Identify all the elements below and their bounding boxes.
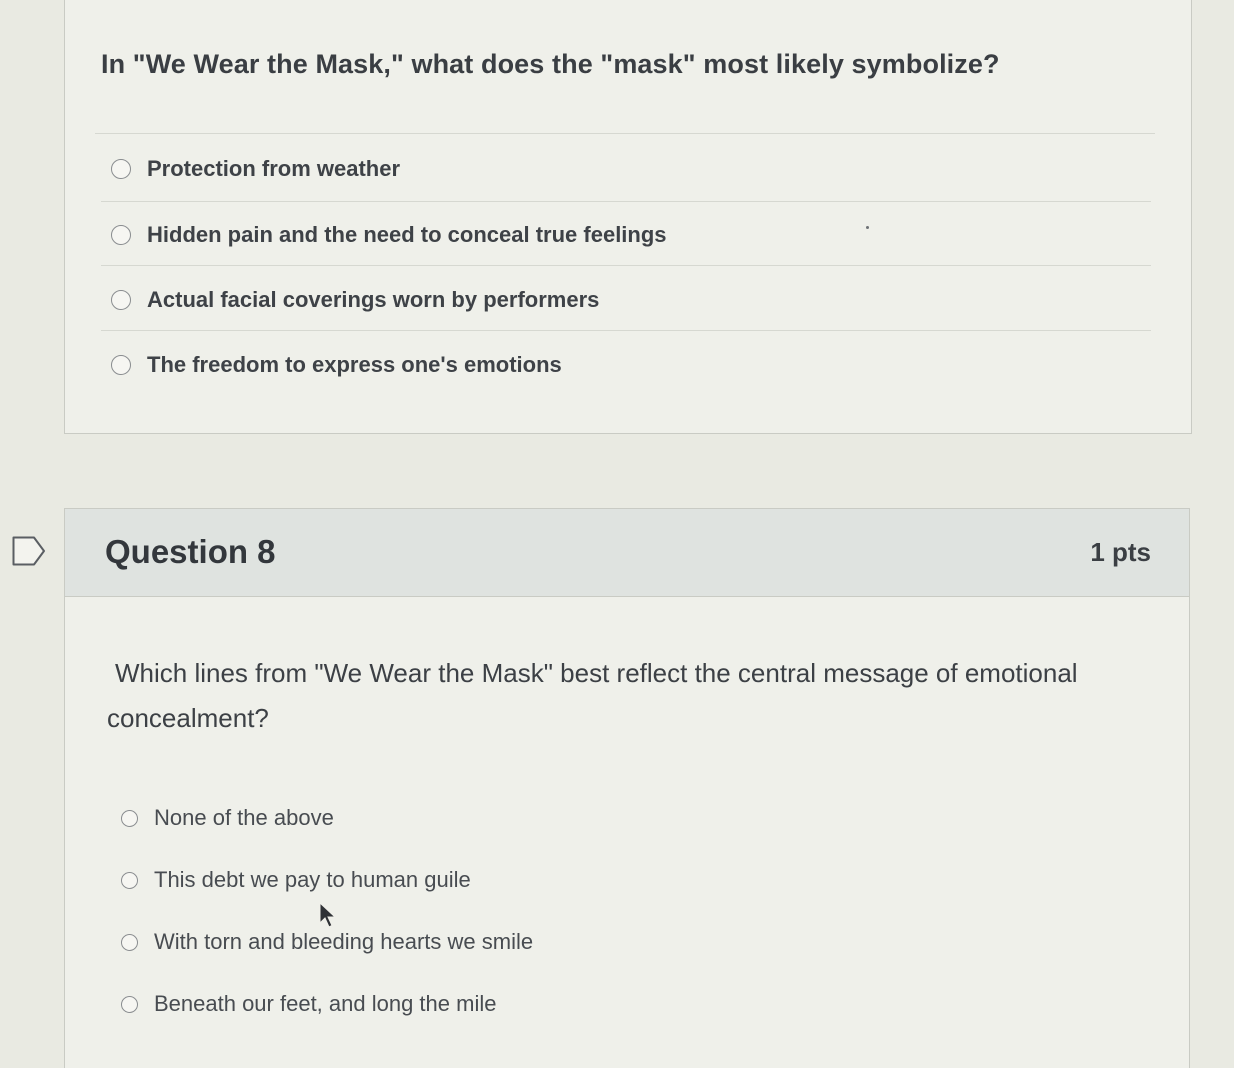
- answer-option[interactable]: Protection from weather: [111, 156, 400, 182]
- radio-button[interactable]: [111, 290, 131, 310]
- answer-option[interactable]: With torn and bleeding hearts we smile: [121, 929, 533, 955]
- flag-question-icon[interactable]: [12, 536, 46, 566]
- question-title: Question 8: [105, 533, 276, 570]
- answer-option[interactable]: The freedom to express one's emotions: [111, 352, 562, 378]
- mouse-pointer-icon: [319, 902, 336, 928]
- question-header: Question 8 1 pts: [65, 509, 1189, 597]
- radio-button[interactable]: [121, 995, 138, 1013]
- radio-button[interactable]: [121, 809, 138, 827]
- divider: [101, 330, 1151, 331]
- answer-label: Beneath our feet, and long the mile: [154, 991, 497, 1016]
- answer-label: The freedom to express one's emotions: [147, 352, 562, 377]
- radio-button[interactable]: [111, 159, 131, 179]
- answer-option[interactable]: Hidden pain and the need to conceal true…: [111, 222, 667, 248]
- answer-label: Protection from weather: [147, 156, 401, 181]
- question-card: Question 8 1 pts Which lines from "We We…: [64, 508, 1190, 1068]
- divider: [95, 133, 1155, 134]
- answer-option[interactable]: Beneath our feet, and long the mile: [121, 991, 496, 1017]
- radio-button[interactable]: [121, 933, 138, 951]
- radio-button[interactable]: [111, 225, 131, 245]
- question-text: In "We Wear the Mask," what does the "ma…: [101, 49, 1000, 79]
- answer-option[interactable]: Actual facial coverings worn by performe…: [111, 287, 599, 313]
- screen-smudge: [866, 226, 869, 229]
- answer-option[interactable]: This debt we pay to human guile: [121, 867, 471, 893]
- answer-label: This debt we pay to human guile: [154, 867, 471, 892]
- answer-label: Hidden pain and the need to conceal true…: [147, 222, 667, 247]
- answer-label: None of the above: [154, 805, 334, 830]
- question-points: 1 pts: [1090, 537, 1151, 567]
- question-card-previous: In "We Wear the Mask," what does the "ma…: [64, 0, 1192, 434]
- question-text: Which lines from "We Wear the Mask" best…: [107, 658, 1078, 733]
- answer-option[interactable]: None of the above: [121, 805, 334, 831]
- radio-button[interactable]: [121, 871, 138, 889]
- divider: [101, 265, 1151, 266]
- radio-button[interactable]: [111, 355, 131, 375]
- answer-label: Actual facial coverings worn by performe…: [147, 287, 600, 312]
- answer-label: With torn and bleeding hearts we smile: [154, 929, 534, 954]
- divider: [101, 201, 1151, 202]
